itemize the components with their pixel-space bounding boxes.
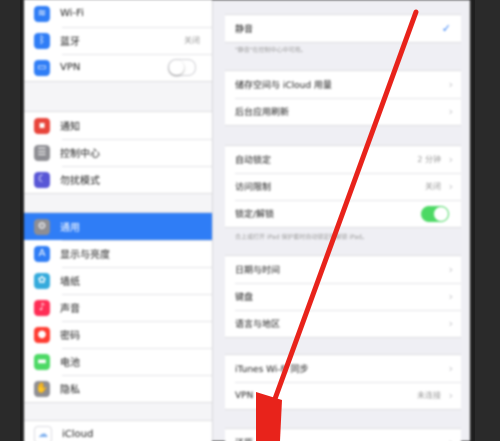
red-arrow-annotation <box>256 9 419 441</box>
arrow-shaft <box>265 9 419 421</box>
device-frame: ≋ Wi-Fi ᛒ 蓝牙 关闭 ▭ VPN ▪ 通知 ☰ 控制中心 ☾ 勿扰模式 ⚙ 通用 A 显示与亮度 ✿… <box>20 0 475 441</box>
arrow-head <box>256 392 282 441</box>
